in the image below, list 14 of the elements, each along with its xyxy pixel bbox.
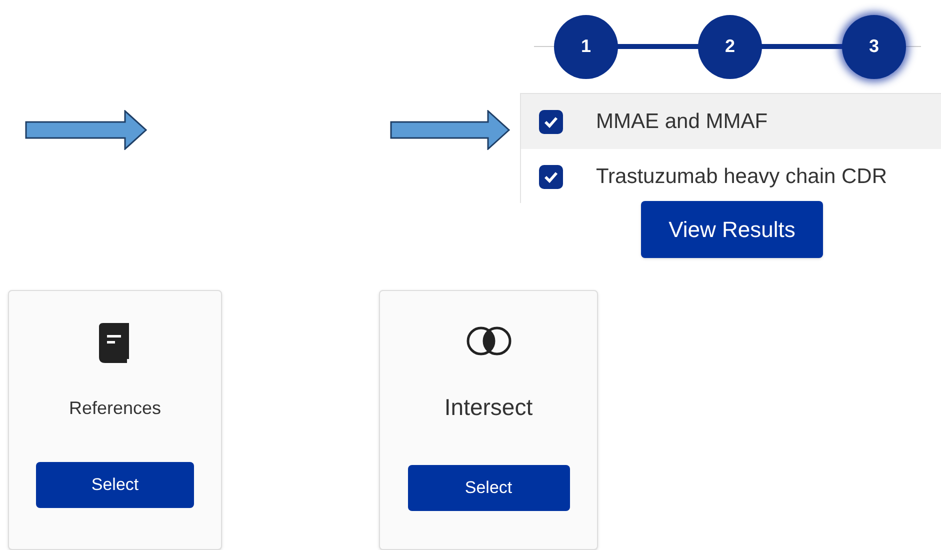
option-label: Trastuzumab heavy chain CDR (596, 164, 888, 190)
option-label: MMAE and MMAF (596, 108, 768, 135)
checkmark-icon (544, 170, 558, 182)
select-button[interactable]: Select (36, 462, 194, 508)
right-arrow-icon (390, 110, 510, 150)
checkbox[interactable] (539, 164, 563, 188)
right-arrow-icon (25, 110, 147, 150)
select-button[interactable]: Select (408, 464, 570, 510)
option-row[interactable]: MMAE and MMAF (521, 94, 941, 149)
card-title: References (68, 397, 162, 420)
card-title: Intersect (444, 393, 533, 422)
checkmark-icon (544, 116, 558, 128)
checkbox[interactable] (539, 110, 563, 134)
view-results-button[interactable]: View Results (641, 201, 823, 258)
